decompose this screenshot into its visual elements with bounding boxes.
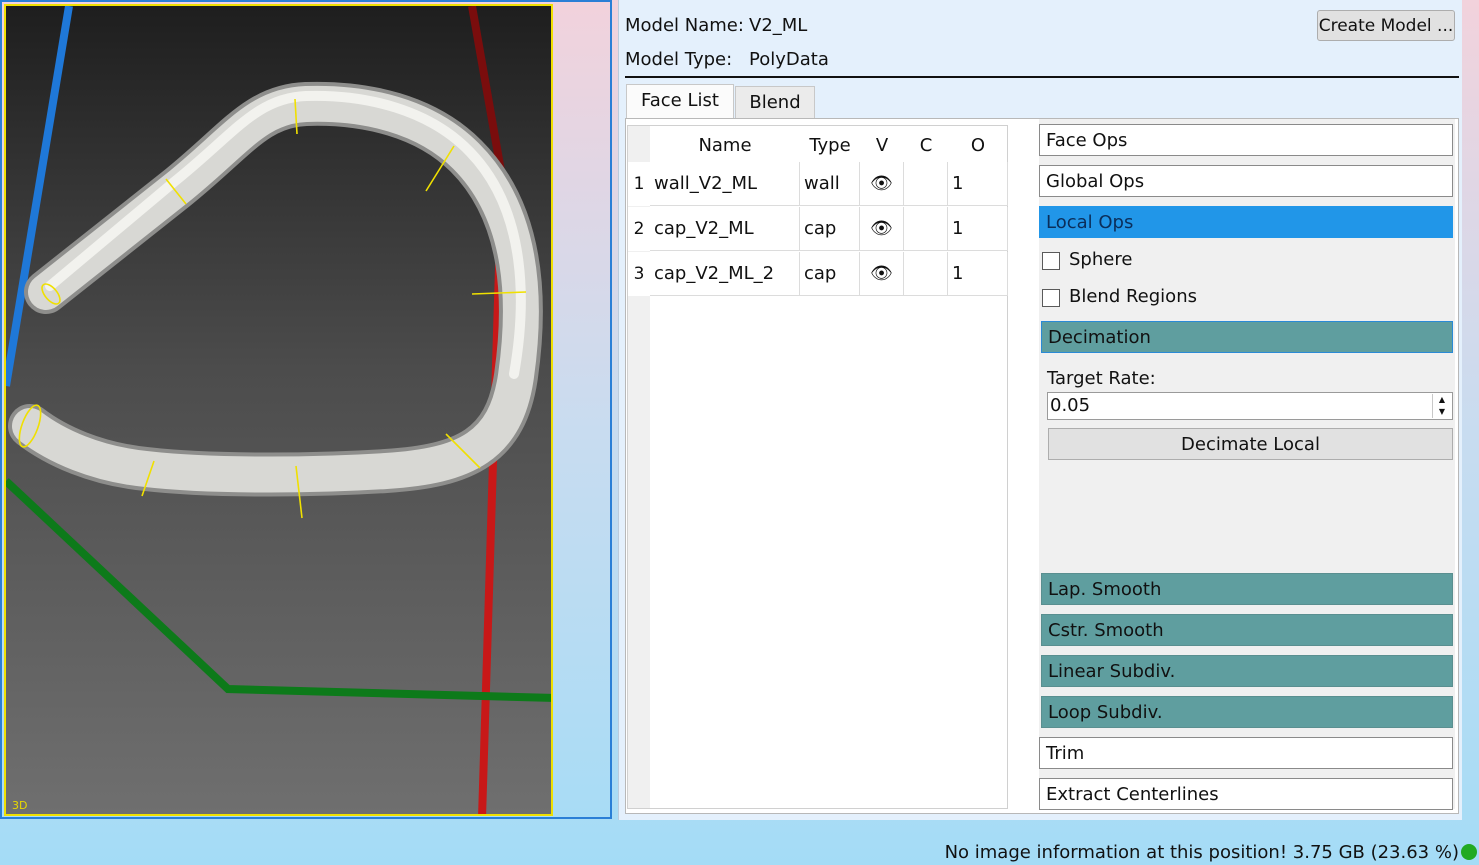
table-cell-opacity[interactable]: 1 — [948, 207, 1008, 251]
eye-icon: 👁 — [870, 263, 893, 284]
target-rate-spinbox[interactable]: 0.05 ▲ ▼ — [1047, 392, 1453, 420]
decimation-section[interactable]: Decimation — [1041, 321, 1453, 353]
face-list-pane: Name Type V C O 1 wall_V2_ML wall 👁 1 2 … — [625, 118, 1459, 814]
tab-face-list[interactable]: Face List — [626, 84, 734, 118]
loop-subdiv-section[interactable]: Loop Subdiv. — [1041, 696, 1453, 728]
table-cell-color[interactable] — [904, 162, 948, 206]
row-number: 2 — [628, 207, 650, 251]
lap-smooth-section[interactable]: Lap. Smooth — [1041, 573, 1453, 605]
status-indicator-icon — [1461, 844, 1477, 860]
model-name-value: V2_ML — [749, 15, 808, 36]
header-divider — [625, 76, 1459, 78]
cstr-smooth-section[interactable]: Cstr. Smooth — [1041, 614, 1453, 646]
spin-up-icon[interactable]: ▲ — [1433, 394, 1451, 406]
local-ops-section[interactable]: Local Ops — [1039, 206, 1453, 238]
model-type-label: Model Type: — [625, 49, 733, 70]
model-panel: Model Name: V2_ML Model Type: PolyData C… — [618, 0, 1462, 820]
model-name-label: Model Name: — [625, 15, 744, 36]
trim-section[interactable]: Trim — [1039, 737, 1453, 769]
spin-down-icon[interactable]: ▼ — [1433, 406, 1451, 418]
sphere-checkbox[interactable] — [1042, 252, 1060, 270]
linear-subdiv-section[interactable]: Linear Subdiv. — [1041, 655, 1453, 687]
face-ops-section[interactable]: Face Ops — [1039, 124, 1453, 156]
eye-icon: 👁 — [870, 173, 893, 194]
target-rate-label: Target Rate: — [1047, 368, 1156, 389]
ops-panel: Face Ops Global Ops Local Ops Sphere Ble… — [1039, 119, 1455, 810]
visibility-toggle[interactable]: 👁 — [860, 162, 904, 206]
model-type-value: PolyData — [749, 49, 829, 70]
table-cell-opacity[interactable]: 1 — [948, 162, 1008, 206]
table-cell-color[interactable] — [904, 252, 948, 296]
vessel-render — [6, 6, 551, 814]
column-header-c[interactable]: C — [904, 130, 948, 162]
blend-regions-label: Blend Regions — [1069, 286, 1197, 307]
decimate-local-button[interactable]: Decimate Local — [1048, 428, 1453, 460]
column-header-type[interactable]: Type — [800, 130, 860, 162]
table-cell-name[interactable]: cap_V2_ML_2 — [650, 252, 800, 296]
row-number: 1 — [628, 162, 650, 206]
eye-icon: 👁 — [870, 218, 893, 239]
create-model-button[interactable]: Create Model ... — [1317, 10, 1455, 41]
visibility-toggle[interactable]: 👁 — [860, 252, 904, 296]
global-ops-section[interactable]: Global Ops — [1039, 165, 1453, 197]
blend-regions-checkbox[interactable] — [1042, 289, 1060, 307]
status-text: No image information at this position! 3… — [944, 842, 1459, 863]
table-cell-name[interactable]: cap_V2_ML — [650, 207, 800, 251]
table-cell-name[interactable]: wall_V2_ML — [650, 162, 800, 206]
table-cell-type[interactable]: wall — [800, 162, 860, 206]
sphere-label: Sphere — [1069, 249, 1133, 270]
column-header-v[interactable]: V — [860, 130, 904, 162]
axis-green — [6, 478, 551, 702]
tab-blend[interactable]: Blend — [735, 86, 815, 118]
face-table[interactable]: Name Type V C O 1 wall_V2_ML wall 👁 1 2 … — [627, 125, 1008, 809]
3d-viewport[interactable]: 3D — [4, 4, 553, 816]
table-cell-color[interactable] — [904, 207, 948, 251]
extract-centerlines-section[interactable]: Extract Centerlines — [1039, 778, 1453, 810]
spinbox-arrows[interactable]: ▲ ▼ — [1432, 394, 1451, 418]
target-rate-value: 0.05 — [1050, 395, 1091, 416]
axis-blue — [6, 6, 73, 387]
column-header-o[interactable]: O — [948, 130, 1008, 162]
table-cell-type[interactable]: cap — [800, 252, 860, 296]
viewer-label: 3D — [12, 799, 28, 812]
table-cell-opacity[interactable]: 1 — [948, 252, 1008, 296]
column-header-name[interactable]: Name — [650, 130, 800, 162]
table-cell-type[interactable]: cap — [800, 207, 860, 251]
row-number: 3 — [628, 252, 650, 296]
visibility-toggle[interactable]: 👁 — [860, 207, 904, 251]
